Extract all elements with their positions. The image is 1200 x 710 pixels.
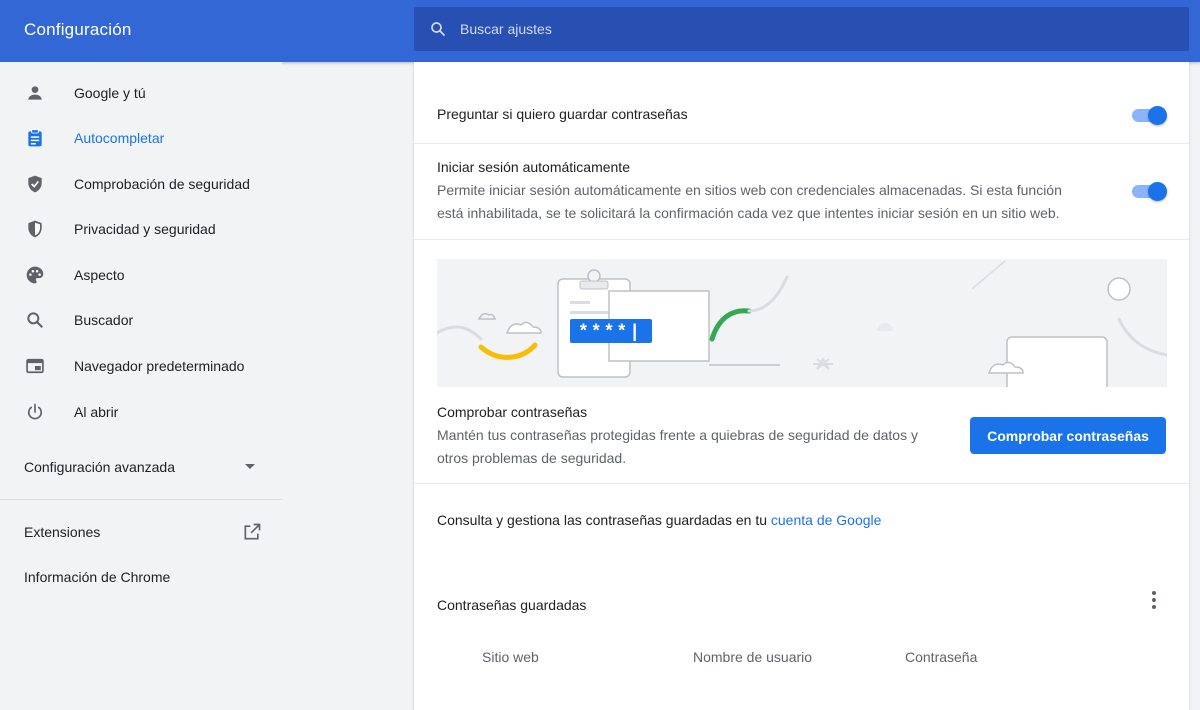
- open-in-new-icon[interactable]: [242, 522, 262, 542]
- auto-signin-description-line1: Permite iniciar sesión automáticamente e…: [437, 182, 1062, 198]
- sidebar-item-label: Navegador predeterminado: [74, 358, 245, 374]
- sidebar-item-label: Comprobación de seguridad: [74, 176, 250, 192]
- sidebar-item-label: Buscador: [74, 312, 134, 328]
- row-divider: [414, 143, 1189, 144]
- about-chrome-link[interactable]: Información de Chrome: [24, 569, 170, 585]
- shield-check-icon: [24, 173, 46, 195]
- manage-passwords-prefix: Consulta y gestiona las contraseñas guar…: [437, 512, 771, 528]
- sidebar-item-label: Privacidad y seguridad: [74, 221, 216, 237]
- offer-to-save-label: Preguntar si quiero guardar contraseñas: [437, 106, 688, 122]
- saved-passwords-title: Contraseñas guardadas: [437, 597, 587, 613]
- palette-icon: [24, 264, 46, 286]
- page-title: Configuración: [24, 20, 132, 39]
- search-icon: [428, 19, 448, 39]
- search-box[interactable]: [414, 7, 1189, 51]
- sidebar-item-comprobacion-seguridad[interactable]: Comprobación de seguridad: [0, 164, 282, 204]
- sidebar-item-label: Autocompletar: [74, 130, 165, 146]
- extensions-link[interactable]: Extensiones: [24, 524, 100, 540]
- row-divider: [414, 483, 1189, 484]
- check-passwords-button[interactable]: Comprobar contraseñas: [970, 417, 1166, 454]
- sidebar: Google y tú Autocompletar Comprobación d…: [0, 62, 282, 710]
- password-check-illustration: ****|: [437, 259, 1167, 387]
- person-icon: [24, 82, 46, 104]
- advanced-settings-label: Configuración avanzada: [24, 459, 175, 475]
- caret-down-icon: [245, 464, 255, 469]
- sidebar-item-navegador-predeterminado[interactable]: Navegador predeterminado: [0, 346, 282, 386]
- sidebar-item-label: Al abrir: [74, 404, 119, 420]
- sidebar-item-aspecto[interactable]: Aspecto: [0, 255, 282, 295]
- toggle-thumb: [1148, 182, 1167, 201]
- passwords-panel: Preguntar si quiero guardar contraseñas …: [414, 62, 1189, 710]
- app-header: Configuración: [0, 0, 1200, 62]
- search-input[interactable]: [448, 7, 1189, 51]
- sidebar-item-autocompletar[interactable]: Autocompletar: [0, 118, 282, 158]
- column-header-username: Nombre de usuario: [693, 649, 813, 665]
- column-header-site: Sitio web: [482, 649, 539, 665]
- manage-passwords-text: Consulta y gestiona las contraseñas guar…: [437, 512, 881, 528]
- auto-signin-label: Iniciar sesión automáticamente: [437, 159, 630, 175]
- sidebar-item-al-abrir[interactable]: Al abrir: [0, 392, 282, 432]
- sidebar-item-google-y-tu[interactable]: Google y tú: [0, 73, 282, 113]
- toggle-thumb: [1148, 106, 1167, 125]
- sidebar-item-buscador[interactable]: Buscador: [0, 300, 282, 340]
- check-passwords-label: Comprobar contraseñas: [437, 404, 588, 420]
- shield-icon: [24, 218, 46, 240]
- check-passwords-description-line1: Mantén tus contraseñas protegidas frente…: [437, 427, 918, 443]
- sidebar-item-label: Google y tú: [74, 85, 146, 101]
- sidebar-item-privacidad[interactable]: Privacidad y seguridad: [0, 209, 282, 249]
- password-mask-text: ****|: [578, 323, 642, 343]
- offer-to-save-toggle[interactable]: [1130, 105, 1167, 125]
- power-icon: [24, 401, 46, 423]
- sidebar-divider: [0, 499, 282, 500]
- browser-icon: [24, 355, 46, 377]
- search-icon: [24, 309, 46, 331]
- more-vert-icon[interactable]: [1144, 590, 1164, 610]
- check-passwords-description-line2: otros problemas de seguridad.: [437, 450, 627, 466]
- row-divider: [414, 239, 1189, 240]
- clipboard-icon: [24, 127, 46, 149]
- column-header-password: Contraseña: [905, 649, 978, 665]
- google-account-link[interactable]: cuenta de Google: [771, 512, 882, 528]
- auto-signin-toggle[interactable]: [1130, 181, 1167, 201]
- auto-signin-description-line2: está inhabilitada, se te solicitará la c…: [437, 205, 1060, 221]
- advanced-settings-toggle[interactable]: Configuración avanzada: [0, 447, 282, 487]
- sidebar-item-label: Aspecto: [74, 267, 125, 283]
